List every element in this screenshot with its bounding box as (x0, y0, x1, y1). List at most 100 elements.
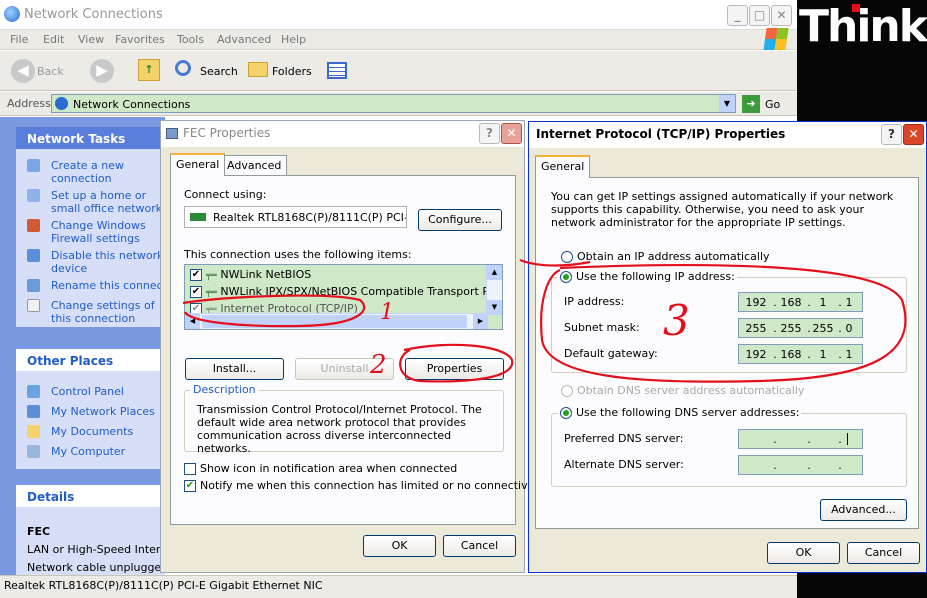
settings-icon (27, 299, 40, 312)
task-firewall[interactable]: Change Windows Firewall settings (27, 219, 167, 245)
radio-button[interactable] (561, 385, 573, 397)
details-heading[interactable]: Details (16, 485, 165, 507)
place-documents[interactable]: My Documents (27, 425, 133, 438)
address-dropdown-icon[interactable]: ▼ (719, 95, 735, 112)
folders-label[interactable]: Folders (272, 65, 312, 78)
fec-cancel-button[interactable]: Cancel (443, 535, 516, 557)
views-icon[interactable] (327, 62, 347, 79)
maximize-button[interactable]: □ (749, 5, 770, 26)
help-button[interactable]: ? (479, 123, 500, 144)
menu-tools[interactable]: Tools (177, 33, 204, 46)
think-logo: Think (799, 1, 927, 52)
scroll-down-icon[interactable]: ▼ (487, 300, 502, 315)
forward-icon[interactable]: ▶ (90, 59, 114, 83)
task-label: Disable this network device (51, 249, 164, 275)
go-arrow-icon[interactable]: ➜ (742, 95, 760, 113)
item-checkbox[interactable]: ✔ (190, 286, 202, 298)
menu-file[interactable]: File (10, 33, 28, 46)
tcpip-cancel-button[interactable]: Cancel (847, 542, 920, 564)
back-label[interactable]: Back (37, 65, 64, 78)
properties-button[interactable]: Properties (405, 358, 504, 380)
components-list: ✔ ╤═ NWLink NetBIOS ✔ ╤═ NWLink IPX/SPX/Ne… (184, 264, 503, 330)
tab-general[interactable]: General (170, 153, 226, 176)
scroll-left-icon[interactable]: ◀ (185, 314, 200, 329)
dot: . (773, 433, 777, 446)
toolbar: ◀ Back ▶ ↑ Search Folders (0, 51, 797, 91)
preferred-dns-field[interactable]: ... (738, 429, 863, 449)
item-checkbox[interactable]: ✔ (190, 269, 202, 281)
scroll-up-icon[interactable]: ▲ (487, 265, 502, 280)
go-label[interactable]: Go (765, 98, 780, 111)
install-button[interactable]: Install... (185, 358, 284, 380)
task-label: Create a new connection (51, 159, 125, 185)
use-following-dns-radio[interactable]: Use the following DNS server addresses: (558, 406, 802, 419)
scroll-right-icon[interactable]: ▶ (473, 314, 488, 329)
list-vertical-scrollbar[interactable]: ▲ ▼ (486, 265, 502, 315)
network-tasks-heading[interactable]: Network Tasks (16, 127, 165, 149)
task-rename[interactable]: Rename this connection (27, 279, 167, 292)
place-control-panel[interactable]: Control Panel (27, 385, 124, 398)
list-item[interactable]: ✔ ╤═ NWLink NetBIOS (190, 268, 311, 281)
tab-advanced[interactable]: Advanced (221, 155, 288, 175)
annotation-step-3: 3 (663, 296, 690, 345)
tcpip-ok-button[interactable]: OK (767, 542, 840, 564)
list-horizontal-scrollbar[interactable]: ◀ ▶ (185, 313, 488, 329)
place-network-places[interactable]: My Network Places (27, 405, 155, 418)
back-icon[interactable]: ◀ (11, 59, 35, 83)
dot: . (773, 322, 777, 335)
ip-octet: 168 (780, 296, 802, 309)
obtain-dns-auto-label: Obtain DNS server address automatically (577, 384, 805, 397)
show-icon-checkbox[interactable]: Show icon in notification area when conn… (184, 462, 457, 475)
menu-help[interactable]: Help (281, 33, 306, 46)
list-item[interactable]: ✔ ╤═ NWLink IPX/SPX/NetBIOS Compatible Tr… (190, 285, 502, 298)
up-folder-icon[interactable]: ↑ (138, 59, 160, 81)
notify-checkbox[interactable]: ✔ Notify me when this connection has limi… (184, 479, 542, 492)
fec-ok-button[interactable]: OK (363, 535, 436, 557)
menu-advanced[interactable]: Advanced (217, 33, 271, 46)
advanced-button[interactable]: Advanced... (820, 499, 907, 521)
dot: . (807, 433, 811, 446)
ip-address-label: IP address: (564, 295, 625, 308)
checkbox-box[interactable]: ✔ (184, 480, 196, 492)
place-computer[interactable]: My Computer (27, 445, 125, 458)
use-following-ip-radio[interactable]: Use the following IP address: (558, 270, 737, 283)
task-create-connection[interactable]: Create a new connection (27, 159, 167, 185)
obtain-dns-auto-radio[interactable]: Obtain DNS server address automatically (561, 384, 804, 397)
search-label[interactable]: Search (200, 65, 238, 78)
close-button[interactable]: ✕ (771, 5, 792, 26)
folders-icon[interactable] (248, 62, 268, 77)
checkbox-box[interactable] (184, 463, 196, 475)
task-label: Rename this connection (51, 279, 167, 292)
configure-button[interactable]: Configure... (418, 209, 502, 231)
description-text: Transmission Control Protocol/Internet P… (197, 403, 482, 455)
scroll-thumb[interactable] (202, 315, 467, 328)
task-change-settings[interactable]: Change settings of this connection (27, 299, 167, 325)
fec-close-button[interactable]: ✕ (501, 123, 522, 144)
menu-view[interactable]: View (78, 33, 104, 46)
fec-properties-dialog: FEC Properties ? ✕ General Advanced Conn… (160, 120, 542, 573)
help-button[interactable]: ? (881, 124, 902, 145)
menu-edit[interactable]: Edit (43, 33, 64, 46)
dot: . (773, 348, 777, 361)
obtain-ip-auto-radio[interactable]: Obtain an IP address automatically (561, 250, 770, 263)
minimize-button[interactable]: _ (727, 5, 748, 26)
other-places-heading[interactable]: Other Places (16, 349, 165, 371)
details-status: Network cable unplugged, (27, 561, 172, 574)
radio-button[interactable] (560, 271, 572, 283)
radio-button[interactable] (560, 407, 572, 419)
alternate-dns-field[interactable]: ... (738, 455, 863, 475)
task-home-network[interactable]: Set up a home or small office network (27, 189, 167, 215)
ip-octet: 1 (845, 296, 853, 309)
tab-general[interactable]: General (535, 155, 591, 178)
use-following-dns-label: Use the following DNS server addresses: (576, 406, 800, 419)
task-disable-device[interactable]: Disable this network device (27, 249, 167, 275)
dot: . (773, 296, 777, 309)
default-gateway-field[interactable]: 192. 168. 1. 1 (738, 344, 863, 364)
tcpip-close-button[interactable]: ✕ (903, 124, 924, 145)
address-field[interactable]: Network Connections ▼ (51, 94, 736, 113)
ip-address-field[interactable]: 192. 168. 1. 1 (738, 292, 863, 312)
search-icon[interactable] (175, 60, 191, 76)
subnet-mask-field[interactable]: 255. 255. 255. 0 (738, 318, 863, 338)
radio-button[interactable] (561, 251, 573, 263)
menu-favorites[interactable]: Favorites (115, 33, 165, 46)
